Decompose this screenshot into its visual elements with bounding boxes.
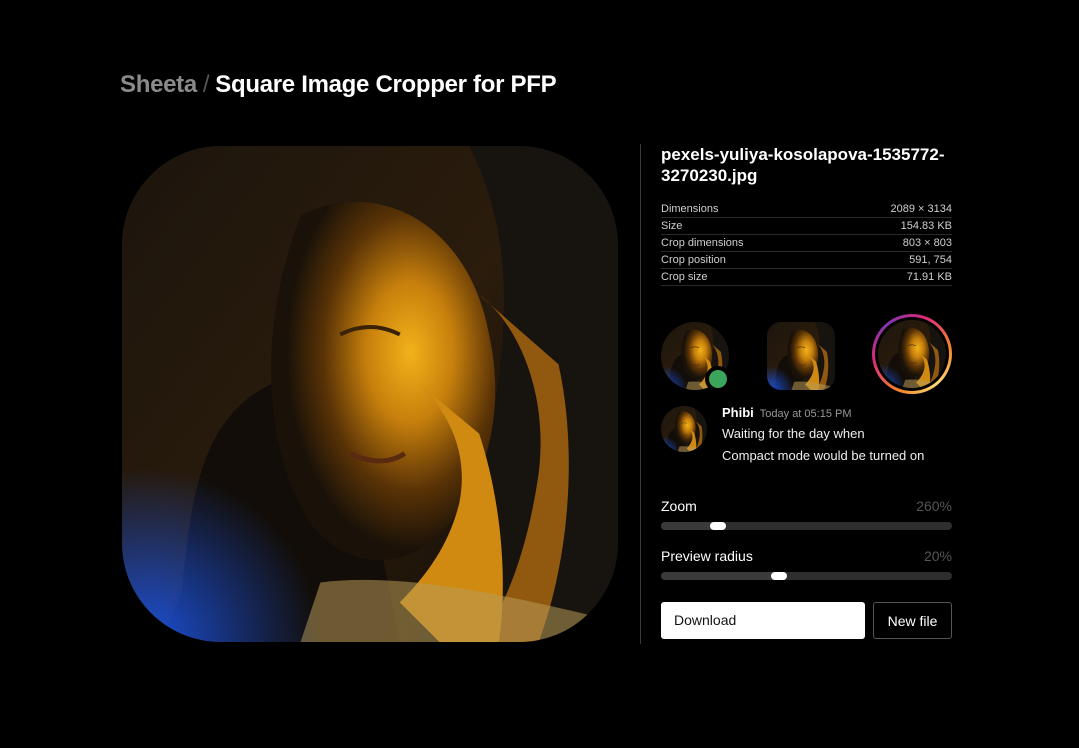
radius-slider[interactable] bbox=[661, 572, 952, 580]
meta-value: 2089 × 3134 bbox=[890, 203, 952, 215]
file-name: pexels-yuliya-kosolapova-1535772-3270230… bbox=[661, 145, 945, 185]
info-panel: pexels-yuliya-kosolapova-1535772-3270230… bbox=[661, 144, 952, 639]
action-bar: Download New file bbox=[661, 602, 952, 639]
meta-row: Crop dimensions 803 × 803 bbox=[661, 235, 952, 252]
meta-value: 154.83 KB bbox=[900, 220, 952, 232]
preview-rounded-square bbox=[767, 322, 835, 390]
chat-timestamp: Today at 05:15 PM bbox=[759, 408, 852, 420]
meta-row: Size 154.83 KB bbox=[661, 218, 952, 235]
meta-label: Size bbox=[661, 220, 683, 232]
meta-row: Dimensions 2089 × 3134 bbox=[661, 201, 952, 218]
meta-value: 71.91 KB bbox=[906, 271, 952, 283]
radius-label: Preview radius bbox=[661, 548, 753, 564]
chat-preview: Phibi Today at 05:15 PM Waiting for the d… bbox=[661, 404, 952, 474]
zoom-slider[interactable] bbox=[661, 522, 952, 530]
zoom-control: Zoom 260% bbox=[661, 498, 952, 530]
meta-value: 591, 754 bbox=[909, 254, 952, 266]
online-status-icon bbox=[705, 366, 731, 392]
meta-label: Dimensions bbox=[661, 203, 719, 215]
zoom-value: 260% bbox=[916, 498, 952, 514]
zoom-slider-thumb[interactable] bbox=[709, 522, 726, 530]
cropped-image bbox=[122, 146, 618, 642]
radius-fill bbox=[661, 572, 779, 580]
preview-story-ring bbox=[872, 314, 952, 394]
radius-value: 20% bbox=[923, 548, 952, 564]
radius-control: Preview radius 20% bbox=[661, 548, 952, 580]
meta-label: Crop dimensions bbox=[661, 237, 744, 249]
page-heading: Square Image Cropper for PFP bbox=[215, 71, 557, 98]
zoom-label: Zoom bbox=[661, 498, 697, 514]
meta-row: Crop size 71.91 KB bbox=[661, 269, 952, 286]
meta-label: Crop size bbox=[661, 271, 708, 283]
brand-link[interactable]: Sheeta bbox=[120, 71, 197, 98]
download-button[interactable]: Download bbox=[661, 602, 865, 639]
chat-line: Compact mode would be turned on bbox=[722, 448, 925, 463]
panel-divider bbox=[640, 144, 641, 644]
page-title: Sheeta / Square Image Cropper for PFP bbox=[120, 71, 557, 99]
new-file-button[interactable]: New file bbox=[873, 602, 952, 639]
chat-line: Waiting for the day when bbox=[722, 426, 865, 441]
title-separator: / bbox=[202, 71, 210, 98]
meta-row: Crop position 591, 754 bbox=[661, 252, 952, 269]
radius-slider-thumb[interactable] bbox=[770, 572, 787, 580]
avatar bbox=[661, 406, 707, 452]
meta-label: Crop position bbox=[661, 254, 726, 266]
crop-canvas[interactable] bbox=[122, 146, 618, 642]
meta-table: Dimensions 2089 × 3134 Size 154.83 KB Cr… bbox=[661, 201, 952, 286]
chat-message: Phibi Today at 05:15 PM Waiting for the d… bbox=[722, 404, 962, 467]
chat-username: Phibi bbox=[722, 405, 754, 420]
preview-row bbox=[661, 314, 952, 394]
meta-value: 803 × 803 bbox=[902, 237, 952, 249]
